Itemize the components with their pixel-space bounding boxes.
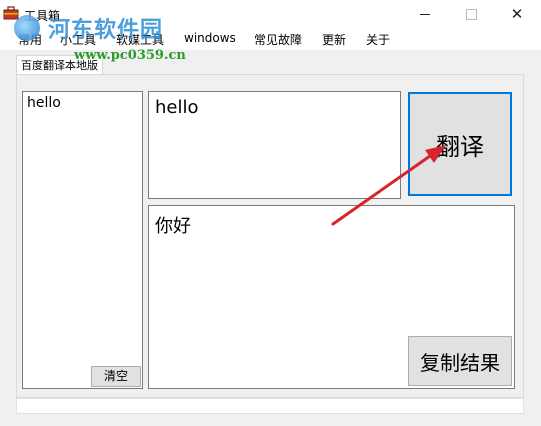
annotation-arrow-icon — [331, 145, 446, 226]
app-window: 工具箱 ✕ 常用 小工具 软媒工具 windows 常见故障 更新 关于 百度翻… — [0, 0, 541, 426]
